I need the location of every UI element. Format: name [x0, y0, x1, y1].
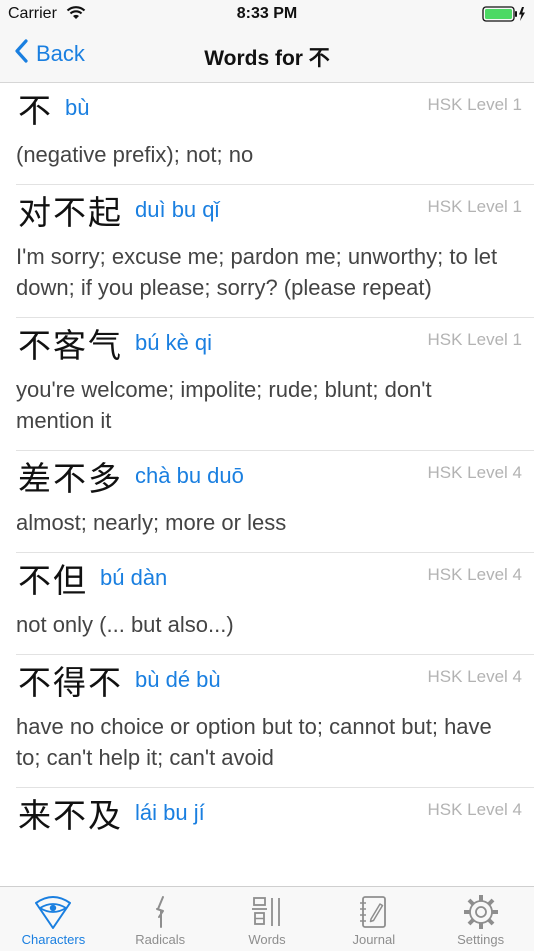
status-time: 8:33 PM — [236, 5, 298, 22]
hsk-level: HSK Level 1 — [427, 95, 523, 114]
word-row[interactable]: 不 bù HSK Level 1 (negative prefix); not;… — [16, 83, 534, 185]
word-pinyin: bù — [65, 95, 90, 120]
word-pinyin: duì bu qǐ — [135, 197, 220, 222]
tab-label: Words — [248, 932, 286, 947]
journal-notebook-icon — [358, 893, 390, 931]
word-hanzi: 不得不 — [18, 663, 123, 702]
battery-charging-icon — [482, 6, 526, 27]
tab-journal[interactable]: Journal — [320, 887, 427, 951]
hsk-level: HSK Level 4 — [427, 463, 523, 482]
word-hanzi: 不但 — [18, 561, 88, 600]
word-definition: have no choice or option but to; cannot … — [16, 714, 492, 770]
word-hanzi: 对不起 — [18, 193, 123, 232]
word-row[interactable]: 来不及 lái bu jí HSK Level 4 — [16, 788, 534, 838]
tab-label: Journal — [352, 932, 396, 947]
word-hanzi: 来不及 — [18, 796, 123, 835]
tab-radicals[interactable]: Radicals — [107, 887, 214, 951]
hsk-level: HSK Level 1 — [427, 197, 523, 216]
word-pinyin: chà bu duō — [135, 463, 244, 488]
word-hanzi: 不 — [18, 91, 53, 130]
tab-settings[interactable]: Settings — [427, 887, 534, 951]
page-title: Words for 不 — [204, 47, 330, 70]
word-definition: not only (... but also...) — [16, 612, 234, 637]
words-icon — [249, 893, 285, 931]
hsk-level: HSK Level 4 — [427, 667, 523, 686]
word-hanzi: 不客气 — [18, 326, 123, 365]
tab-words[interactable]: Words — [214, 887, 321, 951]
navigation-bar: Back Words for 不 — [0, 28, 534, 83]
word-hanzi: 差不多 — [18, 459, 123, 498]
word-pinyin: bú dàn — [100, 565, 168, 590]
radical-stroke-icon — [145, 893, 175, 931]
word-definition: you're welcome; impolite; rude; blunt; d… — [16, 377, 432, 433]
word-row[interactable]: 对不起 duì bu qǐ HSK Level 1 I'm sorry; exc… — [16, 185, 534, 318]
tab-bar: Characters Radicals Words Journal Settin… — [0, 886, 534, 951]
word-definition: I'm sorry; excuse me; pardon me; unworth… — [16, 244, 498, 300]
settings-gear-icon — [462, 893, 500, 931]
tab-label: Radicals — [135, 932, 186, 947]
word-pinyin: lái bu jí — [135, 800, 205, 825]
hsk-level: HSK Level 4 — [427, 800, 523, 819]
tab-characters[interactable]: Characters — [0, 887, 107, 951]
tab-label: Characters — [21, 932, 86, 947]
word-row[interactable]: 差不多 chà bu duō HSK Level 4 almost; nearl… — [16, 451, 534, 553]
hsk-level: HSK Level 1 — [427, 330, 523, 349]
word-pinyin: bù dé bù — [135, 667, 221, 692]
status-bar: Carrier 8:33 PM — [0, 0, 534, 28]
word-pinyin: bú kè qi — [135, 330, 213, 355]
word-row[interactable]: 不但 bú dàn HSK Level 4 not only (... but … — [16, 553, 534, 655]
word-row[interactable]: 不得不 bù dé bù HSK Level 4 have no choice … — [16, 655, 534, 788]
tab-label: Settings — [457, 932, 505, 947]
word-definition: (negative prefix); not; no — [16, 142, 254, 167]
word-definition: almost; nearly; more or less — [16, 510, 287, 535]
characters-eye-icon — [33, 893, 73, 931]
word-list[interactable]: 不 bù HSK Level 1 (negative prefix); not;… — [0, 83, 534, 886]
hsk-level: HSK Level 4 — [427, 565, 523, 584]
word-row[interactable]: 不客气 bú kè qi HSK Level 1 you're welcome;… — [16, 318, 534, 451]
